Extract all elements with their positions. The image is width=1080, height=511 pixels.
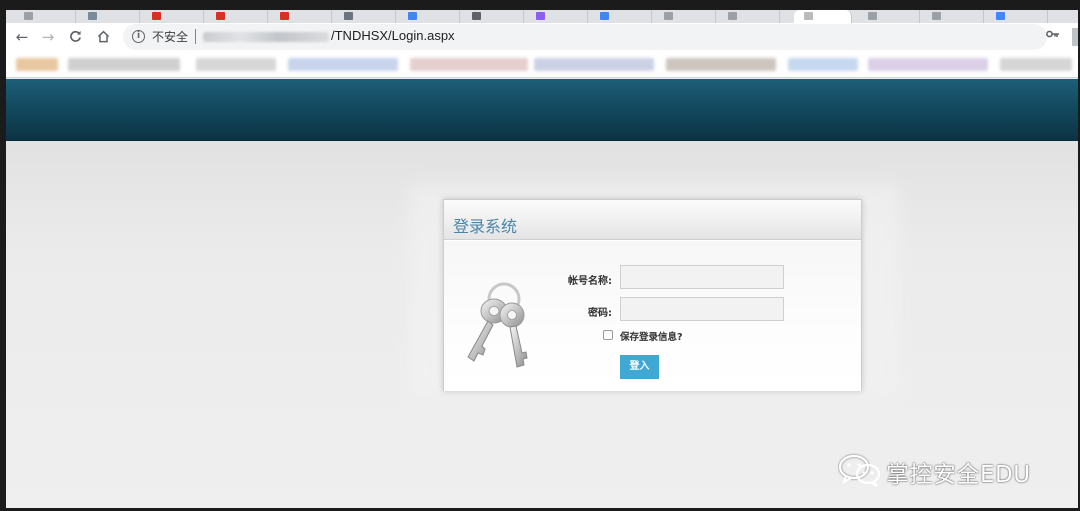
remember-label[interactable]: 保存登录信息? (620, 329, 683, 343)
bookmark-item[interactable] (1000, 58, 1072, 71)
security-label[interactable]: 不安全 (152, 28, 188, 45)
browser-tab[interactable] (270, 10, 332, 23)
watermark-text: 掌控安全EDU (886, 462, 1031, 488)
bookmark-item[interactable] (788, 58, 858, 71)
tab-strip (6, 10, 1078, 23)
browser-tab-active[interactable] (794, 10, 852, 23)
browser-tab[interactable] (654, 10, 716, 23)
forward-arrow-icon[interactable]: → (37, 26, 59, 48)
address-bar[interactable]: i 不安全 /TNDHSX/Login.aspx (123, 24, 1047, 50)
browser-tab[interactable] (718, 10, 780, 23)
home-icon[interactable] (92, 26, 114, 48)
page-viewport: 登录系统 帐号名称: 密码: 保存登录信息? 登入 掌控安全EDU (6, 79, 1078, 508)
bookmark-item[interactable] (868, 58, 988, 71)
bookmark-item[interactable] (68, 58, 180, 71)
reload-icon[interactable] (64, 26, 86, 48)
login-title-bar: 登录系统 (444, 200, 861, 240)
browser-tab[interactable] (78, 10, 140, 23)
key-icon[interactable] (1046, 28, 1060, 43)
login-panel: 登录系统 帐号名称: 密码: 保存登录信息? 登入 (443, 199, 862, 391)
bookmark-item[interactable] (666, 58, 776, 71)
browser-window: ← → i 不安全 /TNDHSX/Login.aspx 登录系统 帐号名称: … (6, 10, 1078, 508)
divider (195, 29, 196, 44)
browser-tab[interactable] (398, 10, 460, 23)
password-input[interactable] (620, 297, 784, 321)
toolbar-edge (1072, 28, 1078, 46)
back-arrow-icon[interactable]: ← (11, 26, 33, 48)
browser-tab[interactable] (858, 10, 920, 23)
login-body: 帐号名称: 密码: 保存登录信息? 登入 (444, 241, 861, 391)
keys-icon (454, 279, 538, 377)
remember-checkbox[interactable] (603, 330, 613, 340)
browser-tab[interactable] (142, 10, 204, 23)
bookmark-item[interactable] (288, 58, 398, 71)
password-label: 密码: (588, 308, 612, 319)
bookmark-item[interactable] (16, 58, 58, 71)
info-icon[interactable]: i (132, 30, 145, 43)
url-path[interactable]: /TNDHSX/Login.aspx (331, 28, 455, 43)
bookmarks-bar (6, 51, 1078, 78)
browser-tab[interactable] (922, 10, 984, 23)
bookmark-item[interactable] (196, 58, 276, 71)
browser-toolbar: ← → i 不安全 /TNDHSX/Login.aspx (6, 23, 1078, 51)
bookmark-item[interactable] (410, 58, 528, 71)
wechat-icon (838, 453, 882, 487)
browser-tab[interactable] (334, 10, 396, 23)
browser-tab[interactable] (14, 10, 76, 23)
site-header-band (6, 79, 1078, 141)
username-input[interactable] (620, 265, 784, 289)
login-title: 登录系统 (453, 217, 518, 236)
url-host-redacted (203, 32, 329, 42)
browser-tab[interactable] (526, 10, 588, 23)
browser-tab[interactable] (986, 10, 1048, 23)
username-label: 帐号名称: (568, 276, 612, 287)
login-button[interactable]: 登入 (620, 355, 659, 379)
browser-tab[interactable] (206, 10, 268, 23)
bookmark-item[interactable] (534, 58, 654, 71)
browser-tab[interactable] (462, 10, 524, 23)
browser-tab[interactable] (590, 10, 652, 23)
